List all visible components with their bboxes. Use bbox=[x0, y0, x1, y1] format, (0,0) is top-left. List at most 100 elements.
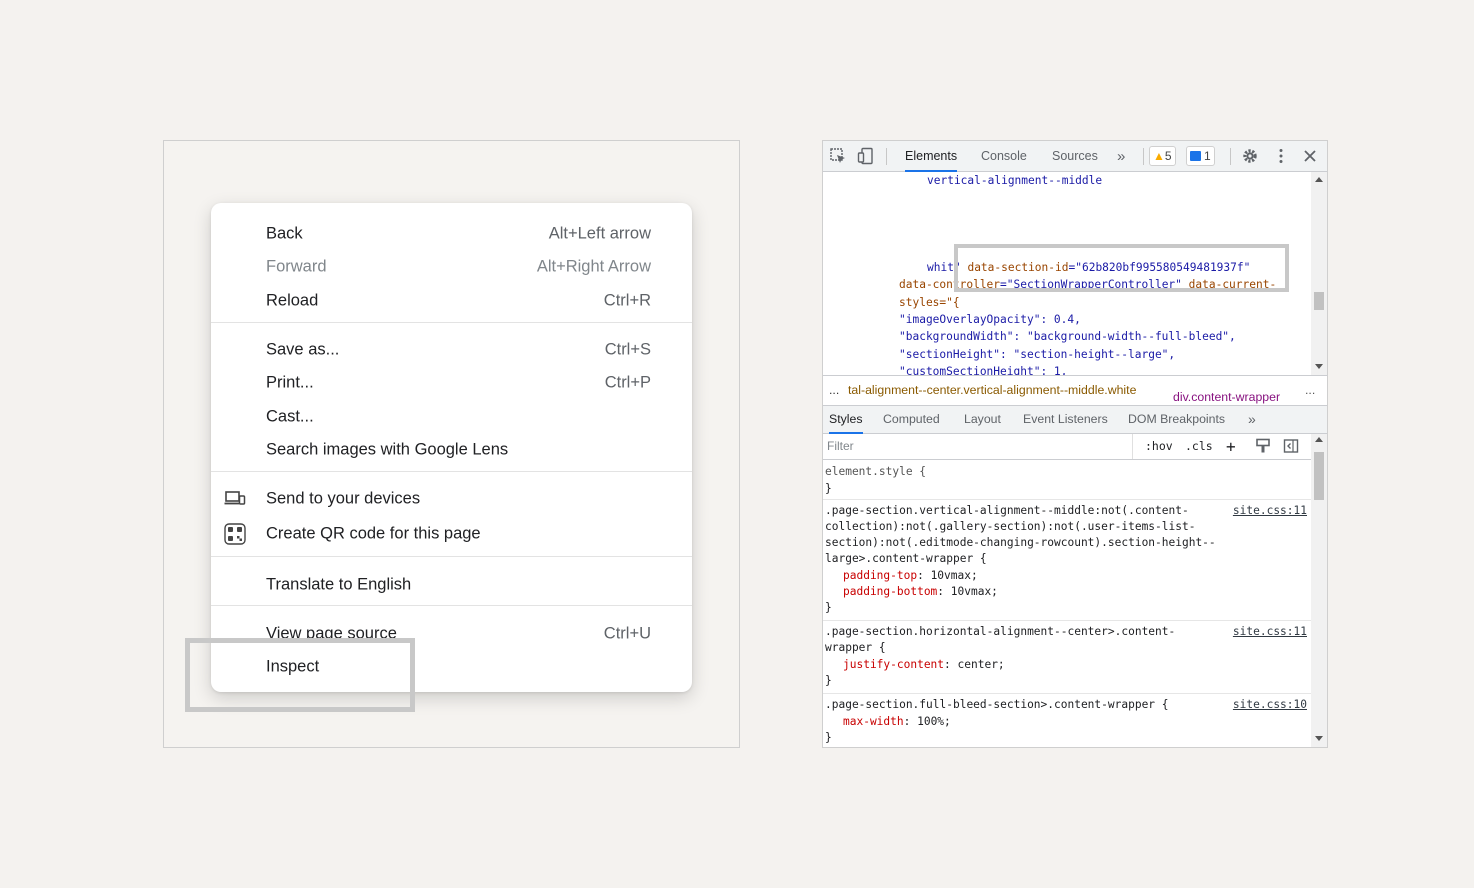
menu-item-label: Reload bbox=[266, 291, 319, 309]
menu-separator bbox=[211, 322, 692, 323]
menu-item-label: Send to your devices bbox=[266, 489, 421, 507]
dom-line: data-controller="SectionWrapperControlle… bbox=[899, 277, 1276, 293]
css-rule: .page-section.vertical-alignment--middle… bbox=[823, 501, 1311, 621]
css-source-link[interactable]: site.css:11 bbox=[1233, 625, 1307, 638]
css-property: max-width bbox=[843, 715, 904, 728]
more-tabs-chevron[interactable]: » bbox=[1117, 141, 1125, 172]
breadcrumb-ellipsis[interactable]: ... bbox=[829, 383, 839, 397]
dom-line: vertical-alignment--middle bbox=[927, 174, 1103, 187]
menu-item-label: Forward bbox=[266, 257, 327, 275]
menu-item-google-lens[interactable]: Search images with Google Lens bbox=[211, 433, 692, 466]
tab-event-listeners[interactable]: Event Listeners bbox=[1023, 406, 1108, 434]
css-declaration[interactable]: padding-bottom: 10vmax; bbox=[843, 584, 998, 600]
devtools-toolbar: Elements Console Sources » ▲5 1 bbox=[823, 141, 1327, 172]
css-declaration[interactable]: padding-top: 10vmax; bbox=[843, 568, 978, 584]
breadcrumb-item[interactable]: tal-alignment--center.vertical-alignment… bbox=[848, 383, 1136, 397]
css-selector: .page-section.vertical-alignment--middle… bbox=[825, 504, 1189, 517]
scroll-up-arrow[interactable] bbox=[1315, 177, 1323, 182]
menu-item-translate[interactable]: Translate to English bbox=[211, 568, 692, 601]
css-source-link[interactable]: site.css:10 bbox=[1233, 698, 1307, 711]
dom-line: styles="{ bbox=[899, 296, 960, 309]
tab-styles[interactable]: Styles bbox=[829, 406, 863, 434]
scroll-down-arrow[interactable] bbox=[1315, 364, 1323, 369]
toolbar-divider bbox=[886, 148, 887, 165]
menu-item-cast[interactable]: Cast... bbox=[211, 400, 692, 433]
menu-item-forward[interactable]: Forward Alt+Right Arrow bbox=[211, 250, 692, 283]
tab-sources[interactable]: Sources bbox=[1052, 141, 1098, 172]
attr-name: data-current- bbox=[1181, 278, 1277, 291]
new-rule-button[interactable]: + bbox=[1226, 434, 1236, 459]
message-icon bbox=[1190, 151, 1201, 161]
gear-icon[interactable] bbox=[1241, 147, 1259, 165]
scroll-thumb[interactable] bbox=[1314, 292, 1324, 310]
menu-item-label: Back bbox=[266, 224, 303, 242]
select-element-icon[interactable] bbox=[829, 147, 847, 165]
css-declaration[interactable]: justify-content: center; bbox=[843, 657, 1005, 673]
scroll-up-arrow[interactable] bbox=[1315, 437, 1323, 442]
hov-button[interactable]: :hov bbox=[1145, 434, 1173, 459]
close-icon[interactable] bbox=[1301, 147, 1319, 165]
menu-item-save-as[interactable]: Save as... Ctrl+S bbox=[211, 333, 692, 366]
css-property: padding-bottom bbox=[843, 585, 938, 598]
menu-item-label: Search images with Google Lens bbox=[266, 440, 509, 458]
styles-scrollbar[interactable] bbox=[1311, 434, 1327, 747]
css-value: : 100%; bbox=[903, 715, 951, 728]
scroll-thumb[interactable] bbox=[1314, 452, 1324, 500]
breadcrumb-ellipsis[interactable]: ... bbox=[1305, 383, 1315, 397]
devtools-panel: Elements Console Sources » ▲5 1 vertical… bbox=[822, 140, 1328, 748]
dom-line: "customSectionHeight": 1, bbox=[899, 365, 1068, 375]
toggle-sidebar-icon[interactable] bbox=[1283, 438, 1299, 454]
menu-item-label: Translate to English bbox=[266, 575, 412, 593]
tab-layout[interactable]: Layout bbox=[964, 406, 1001, 434]
menu-item-view-source[interactable]: View page source Ctrl+U bbox=[211, 617, 692, 650]
menu-item-back[interactable]: Back Alt+Left arrow bbox=[211, 217, 692, 250]
elements-dom-tree[interactable]: vertical-alignment--middle whit" data-se… bbox=[823, 172, 1311, 375]
styles-pane[interactable]: element.style { } .page-section.vertical… bbox=[823, 460, 1311, 747]
menu-item-print[interactable]: Print... Ctrl+P bbox=[211, 366, 692, 399]
attr-value: ="SectionWrapperController" bbox=[1000, 278, 1182, 291]
paint-brush-icon[interactable] bbox=[1255, 438, 1271, 454]
css-declaration[interactable]: max-width: 100%; bbox=[843, 714, 951, 730]
dom-line: "sectionHeight": "section-height--large"… bbox=[899, 348, 1176, 361]
css-rule: .page-section.horizontal-alignment--cent… bbox=[823, 622, 1311, 694]
css-property: padding-top bbox=[843, 569, 918, 582]
css-brace: } bbox=[825, 482, 832, 495]
filter-input[interactable]: Filter bbox=[827, 434, 1133, 459]
more-options-icon[interactable] bbox=[1272, 147, 1290, 165]
warning-icon: ▲ bbox=[1153, 149, 1165, 163]
menu-item-label: Create QR code for this page bbox=[266, 524, 481, 542]
menu-item-create-qr[interactable]: Create QR code for this page bbox=[211, 517, 692, 550]
tab-computed[interactable]: Computed bbox=[883, 406, 940, 434]
menu-item-label: Save as... bbox=[266, 340, 340, 358]
tab-elements[interactable]: Elements bbox=[905, 141, 958, 172]
css-source-link[interactable]: site.css:11 bbox=[1233, 504, 1307, 517]
css-brace: } bbox=[825, 731, 832, 744]
css-rule-element-style: element.style { } bbox=[823, 460, 1311, 500]
warnings-badge[interactable]: ▲5 bbox=[1149, 146, 1176, 166]
css-property: justify-content bbox=[843, 658, 945, 671]
menu-item-inspect[interactable]: Inspect bbox=[211, 650, 692, 683]
devices-icon bbox=[224, 490, 246, 505]
menu-item-label: Inspect bbox=[266, 657, 320, 675]
menu-item-send-to-devices[interactable]: Send to your devices bbox=[211, 482, 692, 515]
tab-dom-breakpoints[interactable]: DOM Breakpoints bbox=[1128, 406, 1225, 434]
dom-line: "backgroundWidth": "background-width--fu… bbox=[899, 330, 1236, 343]
tab-console[interactable]: Console bbox=[981, 141, 1027, 172]
scroll-down-arrow[interactable] bbox=[1315, 736, 1323, 741]
device-toolbar-icon[interactable] bbox=[857, 147, 875, 165]
context-menu-panel: Back Alt+Left arrow Forward Alt+Right Ar… bbox=[163, 140, 740, 748]
cls-button[interactable]: .cls bbox=[1185, 434, 1213, 459]
menu-item-shortcut: Ctrl+S bbox=[604, 340, 651, 358]
menu-item-label: View page source bbox=[266, 624, 397, 642]
css-value: : center; bbox=[944, 658, 1005, 671]
css-value: : 10vmax; bbox=[937, 585, 998, 598]
toolbar-divider bbox=[1143, 148, 1144, 165]
messages-badge[interactable]: 1 bbox=[1186, 146, 1215, 166]
css-selector: collection):not(.gallery-section):not(.u… bbox=[825, 520, 1196, 533]
menu-separator bbox=[211, 471, 692, 472]
more-subtabs-chevron[interactable]: » bbox=[1248, 406, 1256, 434]
menu-item-reload[interactable]: Reload Ctrl+R bbox=[211, 284, 692, 317]
dom-tree-scrollbar[interactable] bbox=[1311, 172, 1327, 375]
menu-separator bbox=[211, 556, 692, 557]
attr-name: data-section-id bbox=[967, 261, 1069, 274]
